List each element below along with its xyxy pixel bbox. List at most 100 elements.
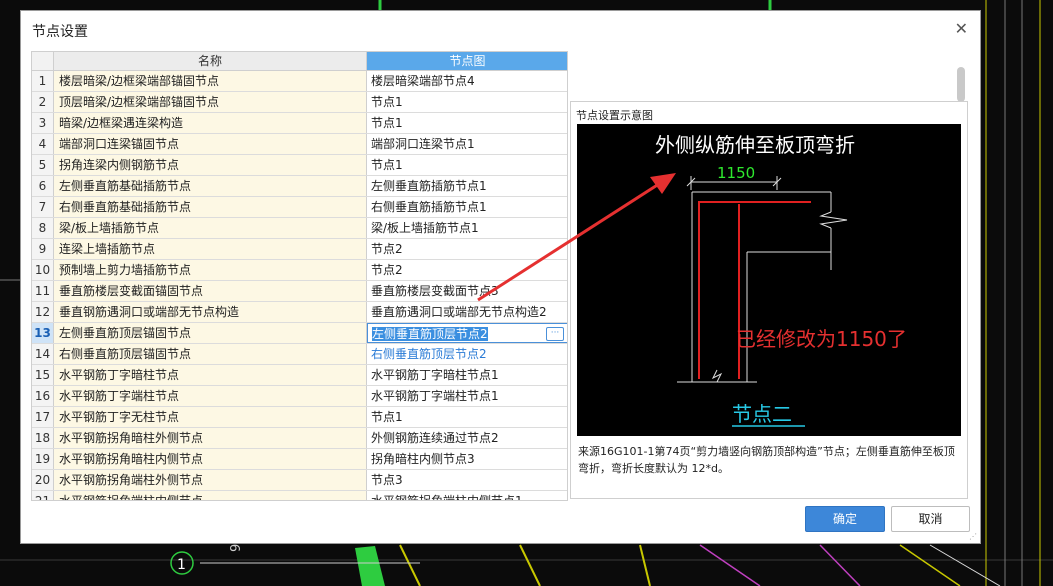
row-node-value[interactable]: 楼层暗梁端部节点4: [367, 71, 567, 91]
row-name: 水平钢筋拐角端柱外侧节点: [54, 470, 367, 490]
row-node-value[interactable]: 垂直筋遇洞口或端部无节点构造2: [367, 302, 567, 322]
cancel-button[interactable]: 取消: [891, 506, 970, 532]
node-preview-panel: 节点设置示意图 外侧纵筋伸至板顶弯折 1150 节点二 来源16G101-1第7…: [570, 101, 968, 499]
table-row[interactable]: 20 水平钢筋拐角端柱外侧节点 节点3: [32, 470, 567, 491]
row-node-value[interactable]: 节点1: [367, 155, 567, 175]
row-node-value[interactable]: 节点3: [367, 470, 567, 490]
row-number: 10: [32, 260, 54, 280]
row-node-value[interactable]: 水平钢筋丁字端柱节点1: [367, 386, 567, 406]
row-name: 水平钢筋丁字无柱节点: [54, 407, 367, 427]
dimension-value: 1150: [717, 164, 755, 182]
row-node-editor[interactable]: 左侧垂直筋顶层节点2 ···: [367, 323, 567, 343]
row-node-value[interactable]: 右侧垂直筋顶层节点2: [367, 344, 567, 364]
table-row[interactable]: 8 梁/板上墙插筋节点 梁/板上墙插筋节点1: [32, 218, 567, 239]
close-icon[interactable]: ✕: [955, 19, 968, 38]
row-number: 2: [32, 92, 54, 112]
row-name: 右侧垂直筋基础插筋节点: [54, 197, 367, 217]
row-name: 垂直钢筋遇洞口或端部无节点构造: [54, 302, 367, 322]
row-name: 楼层暗梁/边框梁端部锚固节点: [54, 71, 367, 91]
row-node-value[interactable]: 节点1: [367, 407, 567, 427]
table-row[interactable]: 21 水平钢筋拐角端柱内侧节点 水平钢筋拐角端柱内侧节点1: [32, 491, 567, 500]
row-node-value[interactable]: 节点2: [367, 260, 567, 280]
node-settings-table: 名称 节点图 1 楼层暗梁/边框梁端部锚固节点 楼层暗梁端部节点4 2 顶层暗梁/边框…: [31, 51, 568, 501]
row-name: 右侧垂直筋顶层锚固节点: [54, 344, 367, 364]
row-node-value[interactable]: 拐角暗柱内侧节点3: [367, 449, 567, 469]
row-name: 左侧垂直筋基础插筋节点: [54, 176, 367, 196]
diagram-heading: 外侧纵筋伸至板顶弯折: [655, 133, 855, 157]
row-node-value[interactable]: 右侧垂直筋插筋节点1: [367, 197, 567, 217]
dialog-title: 节点设置: [32, 24, 88, 40]
table-row[interactable]: 15 水平钢筋丁字暗柱节点 水平钢筋丁字暗柱节点1: [32, 365, 567, 386]
table-body: 1 楼层暗梁/边框梁端部锚固节点 楼层暗梁端部节点4 2 顶层暗梁/边框梁端部锚固节点…: [32, 71, 567, 500]
table-row[interactable]: 7 右侧垂直筋基础插筋节点 右侧垂直筋插筋节点1: [32, 197, 567, 218]
row-number: 1: [32, 71, 54, 91]
table-row[interactable]: 9 连梁上墙插筋节点 节点2: [32, 239, 567, 260]
preview-description: 来源16G101-1第74页“剪力墙竖向钢筋顶部构造”节点；左侧垂直筋伸至板顶弯…: [578, 445, 955, 475]
node-settings-dialog: 节点设置 ✕ 名称 节点图 1 楼层暗梁/边框梁端部锚固节点 楼层暗梁端部节点4 2…: [20, 10, 981, 544]
table-row[interactable]: 14 右侧垂直筋顶层锚固节点 右侧垂直筋顶层节点2: [32, 344, 567, 365]
table-row[interactable]: 18 水平钢筋拐角暗柱外侧节点 外侧钢筋连续通过节点2: [32, 428, 567, 449]
row-number: 13: [32, 323, 54, 343]
side-label: 9: [229, 544, 244, 552]
row-node-value[interactable]: 左侧垂直筋插筋节点1: [367, 176, 567, 196]
row-node-value[interactable]: 水平钢筋拐角端柱内侧节点1: [367, 491, 567, 500]
row-node-value[interactable]: 端部洞口连梁节点1: [367, 134, 567, 154]
table-row[interactable]: 6 左侧垂直筋基础插筋节点 左侧垂直筋插筋节点1: [32, 176, 567, 197]
row-number: 12: [32, 302, 54, 322]
diagram-node-label: 节点二: [732, 402, 792, 426]
table-row[interactable]: 10 预制墙上剪力墙插筋节点 节点2: [32, 260, 567, 281]
table-row[interactable]: 19 水平钢筋拐角暗柱内侧节点 拐角暗柱内侧节点3: [32, 449, 567, 470]
row-name: 水平钢筋拐角暗柱外侧节点: [54, 428, 367, 448]
vertical-scrollbar[interactable]: [957, 67, 965, 102]
row-name: 顶层暗梁/边框梁端部锚固节点: [54, 92, 367, 112]
row-node-value[interactable]: 垂直筋楼层变截面节点3: [367, 281, 567, 301]
table-row[interactable]: 3 暗梁/边框梁遇连梁构造 节点1: [32, 113, 567, 134]
table-row[interactable]: 11 垂直筋楼层变截面锚固节点 垂直筋楼层变截面节点3: [32, 281, 567, 302]
row-node-value[interactable]: 节点1: [367, 113, 567, 133]
column-header-index: [32, 52, 54, 71]
column-header-node[interactable]: 节点图: [367, 52, 567, 71]
row-node-value[interactable]: 节点2: [367, 239, 567, 259]
table-row[interactable]: 12 垂直钢筋遇洞口或端部无节点构造 垂直筋遇洞口或端部无节点构造2: [32, 302, 567, 323]
row-number: 5: [32, 155, 54, 175]
row-number: 21: [32, 491, 54, 500]
row-number: 4: [32, 134, 54, 154]
row-number: 19: [32, 449, 54, 469]
row-name: 水平钢筋拐角暗柱内侧节点: [54, 449, 367, 469]
row-number: 3: [32, 113, 54, 133]
table-row[interactable]: 5 拐角连梁内侧钢筋节点 节点1: [32, 155, 567, 176]
row-name: 水平钢筋拐角端柱内侧节点: [54, 491, 367, 500]
table-row[interactable]: 1 楼层暗梁/边框梁端部锚固节点 楼层暗梁端部节点4: [32, 71, 567, 92]
table-row[interactable]: 4 端部洞口连梁锚固节点 端部洞口连梁节点1: [32, 134, 567, 155]
column-header-name[interactable]: 名称: [54, 52, 367, 71]
row-number: 20: [32, 470, 54, 490]
table-row-selected[interactable]: 13 左侧垂直筋顶层锚固节点 左侧垂直筋顶层节点2 ···: [32, 323, 567, 344]
row-name: 暗梁/边框梁遇连梁构造: [54, 113, 367, 133]
table-row[interactable]: 16 水平钢筋丁字端柱节点 水平钢筋丁字端柱节点1: [32, 386, 567, 407]
ok-button[interactable]: 确定: [805, 506, 885, 532]
row-number: 7: [32, 197, 54, 217]
row-name: 水平钢筋丁字端柱节点: [54, 386, 367, 406]
row-node-value[interactable]: 外侧钢筋连续通过节点2: [367, 428, 567, 448]
row-name: 端部洞口连梁锚固节点: [54, 134, 367, 154]
row-node-value[interactable]: 水平钢筋丁字暗柱节点1: [367, 365, 567, 385]
row-name: 拐角连梁内侧钢筋节点: [54, 155, 367, 175]
row-number: 9: [32, 239, 54, 259]
table-row[interactable]: 2 顶层暗梁/边框梁端部锚固节点 节点1: [32, 92, 567, 113]
row-name: 左侧垂直筋顶层锚固节点: [54, 323, 367, 343]
row-name: 垂直筋楼层变截面锚固节点: [54, 281, 367, 301]
row-number: 17: [32, 407, 54, 427]
row-number: 14: [32, 344, 54, 364]
ellipsis-button[interactable]: ···: [546, 327, 564, 341]
row-node-value[interactable]: 节点1: [367, 92, 567, 112]
axis-label: 1: [177, 557, 186, 573]
row-number: 11: [32, 281, 54, 301]
row-name: 梁/板上墙插筋节点: [54, 218, 367, 238]
row-number: 15: [32, 365, 54, 385]
row-name: 水平钢筋丁字暗柱节点: [54, 365, 367, 385]
table-row[interactable]: 17 水平钢筋丁字无柱节点 节点1: [32, 407, 567, 428]
resize-grip-icon[interactable]: ⋰: [969, 532, 977, 541]
row-node-value[interactable]: 梁/板上墙插筋节点1: [367, 218, 567, 238]
row-number: 8: [32, 218, 54, 238]
row-node-value[interactable]: 左侧垂直筋顶层节点2: [372, 327, 488, 341]
